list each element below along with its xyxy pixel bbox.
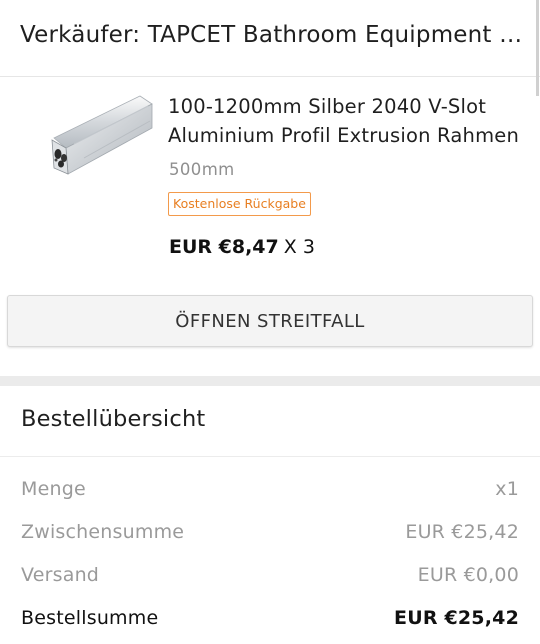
product-title-line1: 100-1200mm Silber 2040 V-Slot: [168, 95, 487, 118]
divider: [0, 76, 540, 77]
scrollbar[interactable]: [536, 0, 539, 96]
open-dispute-button[interactable]: ÖFFNEN STREITFALL: [7, 295, 533, 347]
summary-title: Bestellübersicht: [21, 406, 206, 432]
aluminium-profile-icon: [51, 95, 153, 175]
seller-name[interactable]: Verkäufer: TAPCET Bathroom Equipment Sto…: [20, 22, 535, 48]
order-summary-card: Bestellübersicht Menge x1 Zwischensumme …: [0, 386, 540, 644]
row-value: EUR €25,42: [394, 607, 519, 629]
product-image[interactable]: [44, 88, 160, 184]
row-value: EUR €0,00: [417, 564, 519, 586]
summary-row-shipping: Versand EUR €0,00: [21, 564, 519, 592]
row-label: Zwischensumme: [21, 521, 185, 543]
summary-row-subtotal: Zwischensumme EUR €25,42: [21, 521, 519, 549]
item-quantity: X 3: [283, 236, 315, 258]
product-variant: 500mm: [169, 160, 235, 179]
summary-row-total: Bestellsumme EUR €25,42: [21, 607, 519, 635]
product-title-line2: Aluminium Profil Extrusion Rahmen: [168, 124, 520, 147]
row-label: Bestellsumme: [21, 607, 159, 629]
row-label: Versand: [21, 564, 100, 586]
row-value: EUR €25,42: [405, 521, 519, 543]
unit-price: EUR €8,47: [169, 236, 279, 258]
seller-card: Verkäufer: TAPCET Bathroom Equipment Sto…: [0, 0, 540, 376]
price-row: EUR €8,47 X 3: [169, 236, 315, 258]
free-return-badge: Kostenlose Rückgabe: [168, 192, 311, 216]
product-title[interactable]: 100-1200mm Silber 2040 V-Slot Aluminium …: [168, 92, 528, 150]
summary-row-quantity: Menge x1: [21, 478, 519, 506]
row-label: Menge: [21, 478, 86, 500]
row-value: x1: [495, 478, 519, 500]
divider: [0, 456, 540, 457]
